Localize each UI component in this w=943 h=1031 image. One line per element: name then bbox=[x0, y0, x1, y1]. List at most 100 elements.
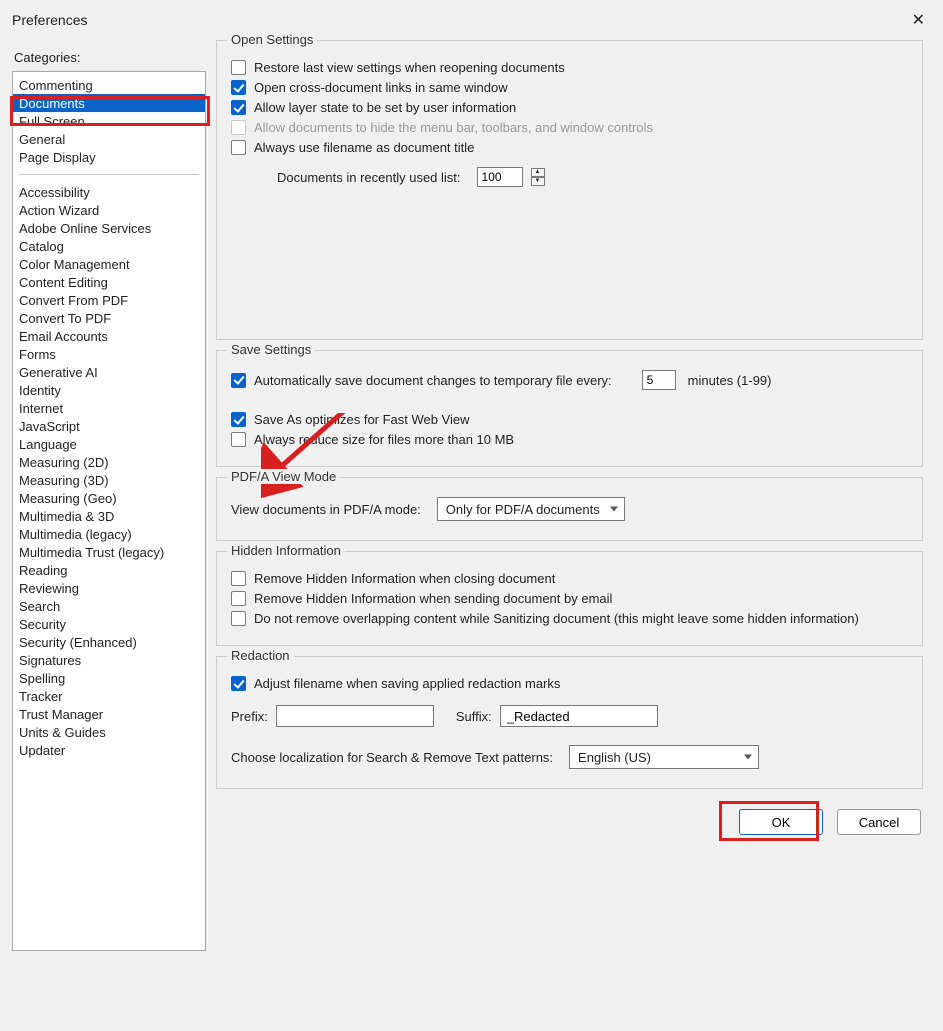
ok-button[interactable]: OK bbox=[739, 809, 823, 835]
category-item-updater[interactable]: Updater bbox=[13, 741, 205, 759]
redaction-group: Redaction Adjust filename when saving ap… bbox=[216, 656, 923, 789]
remove-hidden-email-label: Remove Hidden Information when sending d… bbox=[254, 591, 612, 606]
adjust-filename-checkbox[interactable] bbox=[231, 676, 246, 691]
category-item-measuring-geo-[interactable]: Measuring (Geo) bbox=[13, 489, 205, 507]
category-item-reviewing[interactable]: Reviewing bbox=[13, 579, 205, 597]
layer-state-checkbox[interactable] bbox=[231, 100, 246, 115]
localization-select[interactable]: English (US) bbox=[569, 745, 759, 769]
fast-web-view-label: Save As optimizes for Fast Web View bbox=[254, 412, 470, 427]
category-item-full-screen[interactable]: Full Screen bbox=[13, 112, 205, 130]
recent-list-input[interactable] bbox=[477, 167, 523, 187]
suffix-label: Suffix: bbox=[456, 709, 492, 724]
category-item-units-guides[interactable]: Units & Guides bbox=[13, 723, 205, 741]
category-item-tracker[interactable]: Tracker bbox=[13, 687, 205, 705]
recent-list-spinner[interactable]: ▲ ▼ bbox=[531, 168, 545, 186]
adjust-filename-label: Adjust filename when saving applied reda… bbox=[254, 676, 560, 691]
hidden-legend: Hidden Information bbox=[227, 543, 345, 558]
category-item-javascript[interactable]: JavaScript bbox=[13, 417, 205, 435]
auto-save-checkbox[interactable] bbox=[231, 373, 246, 388]
filename-title-checkbox[interactable] bbox=[231, 140, 246, 155]
pdfa-mode-value: Only for PDF/A documents bbox=[446, 502, 600, 517]
save-settings-group: Save Settings Automatically save documen… bbox=[216, 350, 923, 467]
category-item-multimedia-legacy-[interactable]: Multimedia (legacy) bbox=[13, 525, 205, 543]
category-item-page-display[interactable]: Page Display bbox=[13, 148, 205, 166]
no-remove-overlap-checkbox[interactable] bbox=[231, 611, 246, 626]
remove-hidden-close-label: Remove Hidden Information when closing d… bbox=[254, 571, 555, 586]
settings-panel: Open Settings Restore last view settings… bbox=[216, 40, 931, 1021]
category-item-forms[interactable]: Forms bbox=[13, 345, 205, 363]
category-item-measuring-2d-[interactable]: Measuring (2D) bbox=[13, 453, 205, 471]
sidebar: Categories: CommentingDocumentsFull Scre… bbox=[12, 40, 206, 1021]
category-item-multimedia-3d[interactable]: Multimedia & 3D bbox=[13, 507, 205, 525]
restore-last-view-label: Restore last view settings when reopenin… bbox=[254, 60, 565, 75]
category-item-reading[interactable]: Reading bbox=[13, 561, 205, 579]
restore-last-view-checkbox[interactable] bbox=[231, 60, 246, 75]
category-item-commenting[interactable]: Commenting bbox=[13, 76, 205, 94]
pdfa-view-mode-group: PDF/A View Mode View documents in PDF/A … bbox=[216, 477, 923, 541]
preferences-window: Preferences ✕ Categories: CommentingDocu… bbox=[0, 0, 943, 1031]
pdfa-legend: PDF/A View Mode bbox=[227, 469, 340, 484]
category-item-catalog[interactable]: Catalog bbox=[13, 237, 205, 255]
reduce-size-checkbox[interactable] bbox=[231, 432, 246, 447]
footer: OK Cancel bbox=[216, 799, 931, 849]
category-item-email-accounts[interactable]: Email Accounts bbox=[13, 327, 205, 345]
category-separator bbox=[19, 174, 199, 175]
no-remove-overlap-label: Do not remove overlapping content while … bbox=[254, 611, 859, 626]
hidden-info-group: Hidden Information Remove Hidden Informa… bbox=[216, 551, 923, 646]
localization-label: Choose localization for Search & Remove … bbox=[231, 750, 553, 765]
category-list[interactable]: CommentingDocumentsFull ScreenGeneralPag… bbox=[12, 71, 206, 951]
pdfa-mode-select[interactable]: Only for PDF/A documents bbox=[437, 497, 625, 521]
category-item-security-enhanced-[interactable]: Security (Enhanced) bbox=[13, 633, 205, 651]
category-item-convert-to-pdf[interactable]: Convert To PDF bbox=[13, 309, 205, 327]
open-settings-group: Open Settings Restore last view settings… bbox=[216, 40, 923, 340]
spinner-down-icon[interactable]: ▼ bbox=[531, 177, 545, 186]
titlebar: Preferences ✕ bbox=[0, 0, 943, 40]
category-item-content-editing[interactable]: Content Editing bbox=[13, 273, 205, 291]
prefix-input[interactable] bbox=[276, 705, 434, 727]
category-item-multimedia-trust-legacy-[interactable]: Multimedia Trust (legacy) bbox=[13, 543, 205, 561]
fast-web-view-checkbox[interactable] bbox=[231, 412, 246, 427]
remove-hidden-close-checkbox[interactable] bbox=[231, 571, 246, 586]
category-item-security[interactable]: Security bbox=[13, 615, 205, 633]
auto-save-interval-input[interactable] bbox=[642, 370, 676, 390]
recent-list-label: Documents in recently used list: bbox=[277, 170, 461, 185]
category-item-signatures[interactable]: Signatures bbox=[13, 651, 205, 669]
category-item-generative-ai[interactable]: Generative AI bbox=[13, 363, 205, 381]
filename-title-label: Always use filename as document title bbox=[254, 140, 474, 155]
category-item-accessibility[interactable]: Accessibility bbox=[13, 183, 205, 201]
category-item-measuring-3d-[interactable]: Measuring (3D) bbox=[13, 471, 205, 489]
category-item-documents[interactable]: Documents bbox=[13, 94, 205, 112]
category-item-trust-manager[interactable]: Trust Manager bbox=[13, 705, 205, 723]
spinner-up-icon[interactable]: ▲ bbox=[531, 168, 545, 177]
reduce-size-label: Always reduce size for files more than 1… bbox=[254, 432, 514, 447]
category-item-identity[interactable]: Identity bbox=[13, 381, 205, 399]
cross-doc-links-checkbox[interactable] bbox=[231, 80, 246, 95]
category-item-internet[interactable]: Internet bbox=[13, 399, 205, 417]
category-item-convert-from-pdf[interactable]: Convert From PDF bbox=[13, 291, 205, 309]
category-item-color-management[interactable]: Color Management bbox=[13, 255, 205, 273]
open-settings-legend: Open Settings bbox=[227, 32, 317, 47]
cancel-button[interactable]: Cancel bbox=[837, 809, 921, 835]
category-item-spelling[interactable]: Spelling bbox=[13, 669, 205, 687]
redaction-legend: Redaction bbox=[227, 648, 294, 663]
category-item-language[interactable]: Language bbox=[13, 435, 205, 453]
suffix-input[interactable] bbox=[500, 705, 658, 727]
window-title: Preferences bbox=[12, 12, 87, 28]
layer-state-label: Allow layer state to be set by user info… bbox=[254, 100, 516, 115]
category-item-general[interactable]: General bbox=[13, 130, 205, 148]
prefix-label: Prefix: bbox=[231, 709, 268, 724]
auto-save-label: Automatically save document changes to t… bbox=[254, 373, 612, 388]
remove-hidden-email-checkbox[interactable] bbox=[231, 591, 246, 606]
category-item-adobe-online-services[interactable]: Adobe Online Services bbox=[13, 219, 205, 237]
save-settings-legend: Save Settings bbox=[227, 342, 315, 357]
pdfa-label: View documents in PDF/A mode: bbox=[231, 502, 421, 517]
cross-doc-links-label: Open cross-document links in same window bbox=[254, 80, 508, 95]
localization-value: English (US) bbox=[578, 750, 651, 765]
category-item-search[interactable]: Search bbox=[13, 597, 205, 615]
hide-menu-label: Allow documents to hide the menu bar, to… bbox=[254, 120, 653, 135]
hide-menu-checkbox bbox=[231, 120, 246, 135]
close-icon[interactable]: ✕ bbox=[906, 8, 931, 32]
auto-save-suffix: minutes (1-99) bbox=[688, 373, 772, 388]
categories-label: Categories: bbox=[14, 50, 206, 65]
category-item-action-wizard[interactable]: Action Wizard bbox=[13, 201, 205, 219]
